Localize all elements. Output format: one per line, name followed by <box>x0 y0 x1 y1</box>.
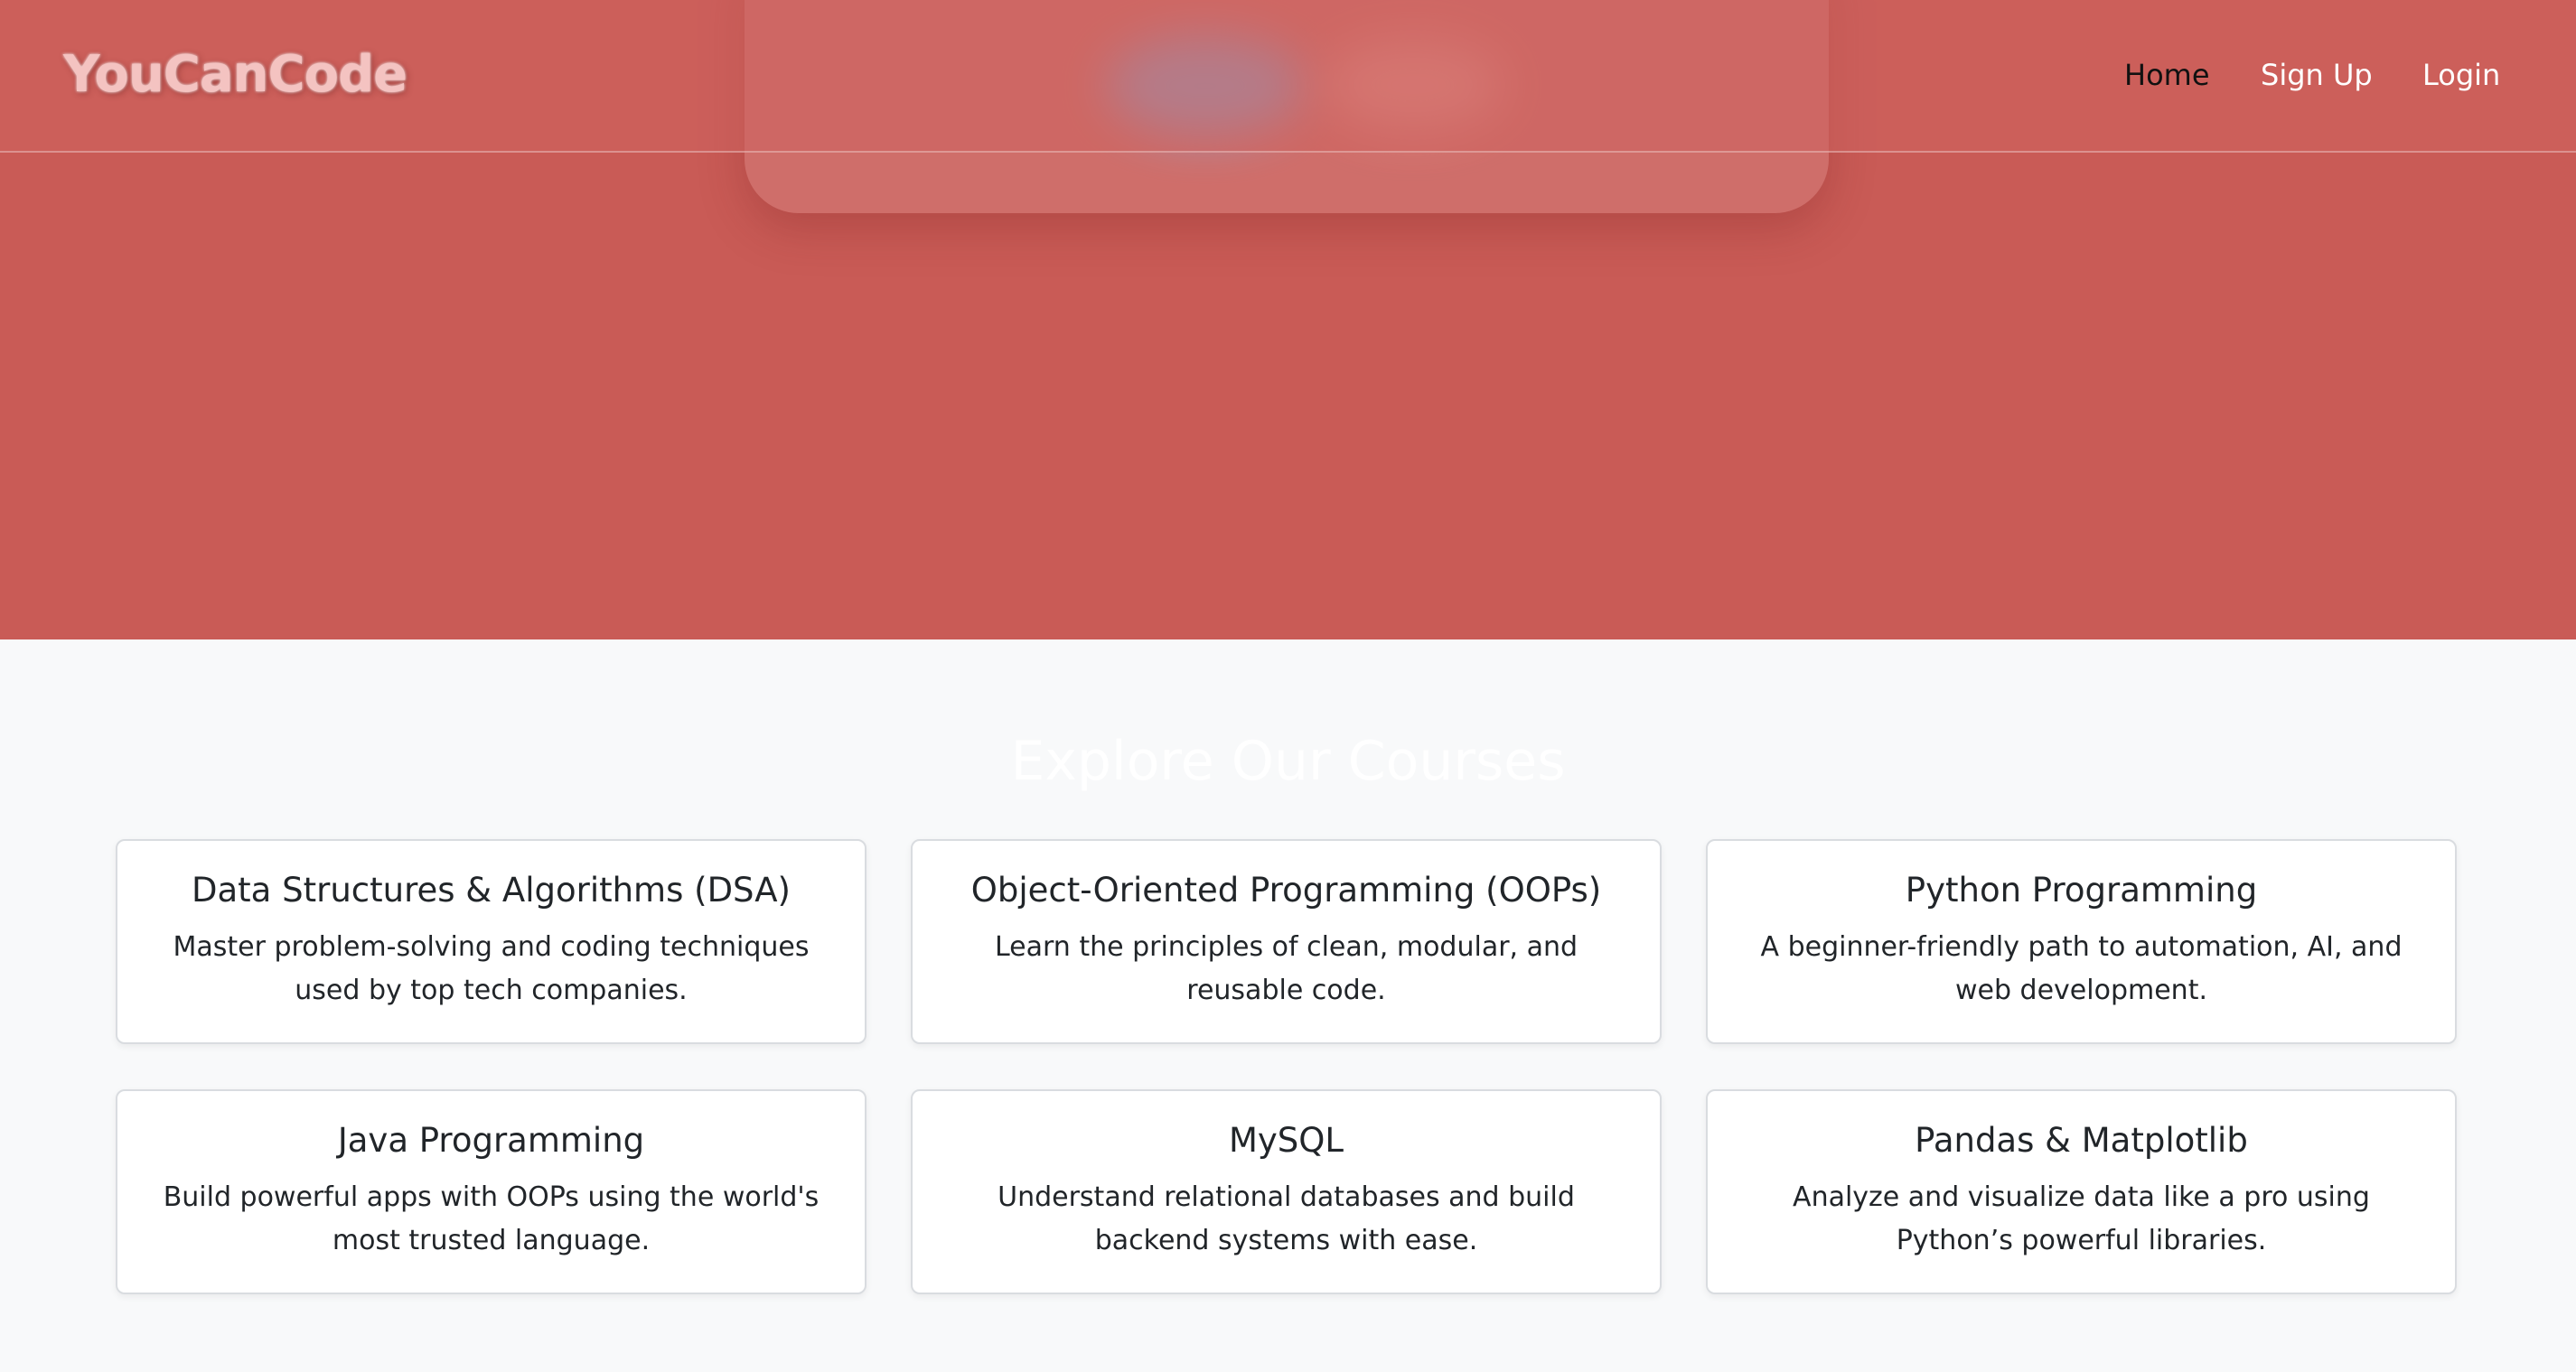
brand-logo[interactable]: YouCanCode <box>63 45 407 104</box>
course-description: Analyze and visualize data like a pro us… <box>1793 1181 2370 1257</box>
course-card-oops[interactable]: Object-Oriented Programming (OOPs) Learn… <box>911 839 1662 1044</box>
course-card-dsa[interactable]: Data Structures & Algorithms (DSA) Maste… <box>116 839 866 1044</box>
nav-link-home[interactable]: Home <box>2124 58 2210 92</box>
course-title: MySQL <box>1228 1121 1344 1160</box>
course-description: Understand relational databases and buil… <box>998 1181 1575 1257</box>
course-card-java[interactable]: Java Programming Build powerful apps wit… <box>116 1089 866 1294</box>
courses-grid: Data Structures & Algorithms (DSA) Maste… <box>116 839 2458 1294</box>
nav-link-login[interactable]: Login <box>2422 58 2500 92</box>
course-title: Pandas & Matplotlib <box>1915 1121 2248 1160</box>
course-card-mysql[interactable]: MySQL Understand relational databases an… <box>911 1089 1662 1294</box>
course-description: Learn the principles of clean, modular, … <box>994 931 1578 1007</box>
course-title: Java Programming <box>337 1121 645 1160</box>
course-title: Object-Oriented Programming (OOPs) <box>970 871 1602 910</box>
nav-link-sign-up[interactable]: Sign Up <box>2261 58 2373 92</box>
course-title: Data Structures & Algorithms (DSA) <box>192 871 791 910</box>
courses-section-title: Explore Our Courses <box>1010 730 1566 793</box>
top-navbar: YouCanCode Home Sign Up Login <box>0 0 2576 153</box>
course-description: Build powerful apps with OOPs using the … <box>163 1181 820 1257</box>
course-card-python[interactable]: Python Programming A beginner-friendly p… <box>1706 839 2457 1044</box>
course-description: A beginner-friendly path to automation, … <box>1760 931 2403 1007</box>
course-description: Master problem-solving and coding techni… <box>173 931 810 1007</box>
course-title: Python Programming <box>1905 871 2258 910</box>
course-card-pandas-matplotlib[interactable]: Pandas & Matplotlib Analyze and visualiz… <box>1706 1089 2457 1294</box>
